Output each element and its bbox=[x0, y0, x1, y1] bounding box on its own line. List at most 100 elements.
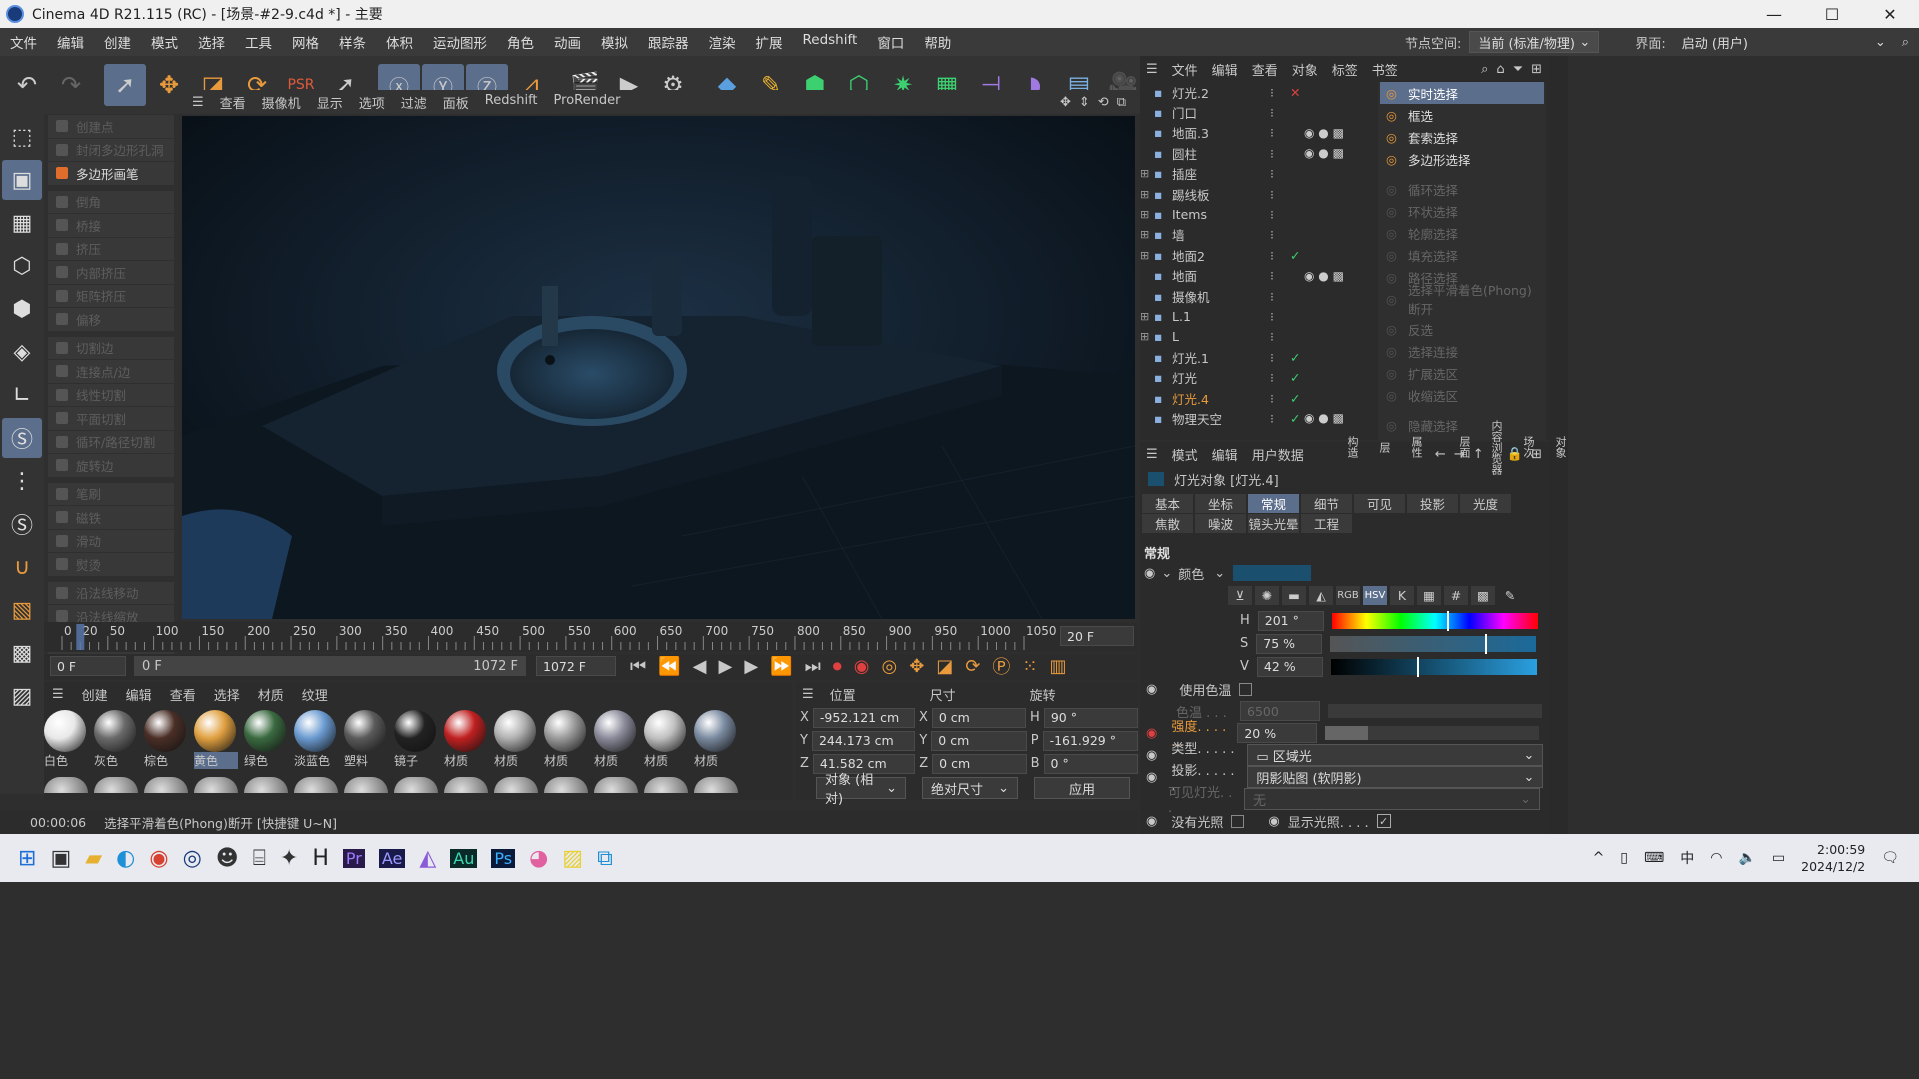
object-row[interactable]: ⊞ ▪ L.1 ⁝ bbox=[1140, 306, 1366, 326]
expand-icon[interactable]: ⊞ bbox=[1140, 330, 1154, 343]
object-row[interactable]: ⊞ ▪ 地面2 ⁝ ✓ bbox=[1140, 245, 1366, 265]
viewport-3d[interactable] bbox=[182, 116, 1135, 619]
right-tab2-2[interactable]: 构造 bbox=[1344, 436, 1360, 458]
menu-item-8[interactable]: 体积 bbox=[376, 32, 423, 52]
menu-item-4[interactable]: 选择 bbox=[188, 32, 235, 52]
selection-tool-14[interactable]: ◎ 隐藏选择 bbox=[1380, 414, 1544, 436]
material-swatch[interactable]: 绿色 bbox=[244, 710, 288, 769]
menu-item-12[interactable]: 模拟 bbox=[591, 32, 638, 52]
battery-icon[interactable]: ▭ bbox=[1772, 850, 1785, 866]
rgb-tab[interactable]: RGB bbox=[1336, 586, 1360, 605]
visibility-icon[interactable]: ⁝ bbox=[1270, 391, 1274, 406]
v-field[interactable]: 42 % bbox=[1256, 656, 1323, 677]
polygon-tool-6[interactable]: 内部挤压 bbox=[48, 261, 174, 284]
hex-tab-icon[interactable]: # bbox=[1444, 586, 1468, 605]
clock-date[interactable]: 2024/12/2 bbox=[1801, 858, 1865, 875]
file-explorer-icon[interactable]: ▰ bbox=[85, 846, 102, 871]
visibility-icon[interactable]: ⁝ bbox=[1270, 289, 1274, 304]
polygon-tool-7[interactable]: 矩阵挤压 bbox=[48, 284, 174, 307]
new-window-icon[interactable]: ⊞ bbox=[1531, 62, 1542, 77]
object-row[interactable]: ▪ 灯光 ⁝ ✓ bbox=[1140, 367, 1366, 387]
undo-icon[interactable]: ↶ bbox=[6, 64, 48, 106]
material-preview[interactable] bbox=[494, 777, 538, 793]
visibility-icon[interactable]: ⁝ bbox=[1270, 350, 1274, 365]
expand-icon[interactable]: ⊞ bbox=[1140, 208, 1154, 221]
polygon-tool-15[interactable]: 笔刷 bbox=[48, 482, 174, 505]
material-swatch[interactable]: 镜子 bbox=[394, 710, 438, 769]
model-mode-icon[interactable]: ▣ bbox=[2, 160, 42, 200]
visibility-icon[interactable]: ⁝ bbox=[1270, 187, 1274, 202]
material-swatch[interactable]: 白色 bbox=[44, 710, 88, 769]
type-select[interactable]: ▭ 区域光 ⌄ bbox=[1247, 744, 1544, 766]
polygon-tool-14[interactable]: 旋转边 bbox=[48, 454, 174, 477]
polygon-tool-16[interactable]: 磁铁 bbox=[48, 506, 174, 529]
material-preview[interactable] bbox=[694, 777, 738, 793]
material-swatch[interactable]: 灰色 bbox=[94, 710, 138, 769]
enabled-check-icon[interactable]: ✓ bbox=[1290, 370, 1300, 385]
polygon-tool-9[interactable]: 切割边 bbox=[48, 336, 174, 359]
start-frame-field[interactable]: 0 F bbox=[50, 656, 126, 676]
attr-tab-attr-tabs2-3[interactable]: 工程 bbox=[1301, 514, 1352, 533]
material-swatch[interactable]: 材质 bbox=[544, 710, 588, 769]
visibility-icon[interactable]: ⁝ bbox=[1270, 227, 1274, 242]
s-slider[interactable] bbox=[1330, 633, 1537, 654]
attr-menu-item-0[interactable]: 模式 bbox=[1172, 445, 1198, 464]
edge-browser-icon[interactable]: ◐ bbox=[116, 846, 135, 871]
menu-item-11[interactable]: 动画 bbox=[544, 32, 591, 52]
key-pla-icon[interactable]: ⁙ bbox=[1022, 656, 1037, 677]
menu-item-2[interactable]: 创建 bbox=[94, 32, 141, 52]
rotation-field[interactable]: 0 ° bbox=[1043, 753, 1138, 774]
object-menu-item-2[interactable]: 查看 bbox=[1252, 60, 1278, 79]
attr-tab-attr-tabs2-0[interactable]: 焦散 bbox=[1142, 514, 1193, 533]
ime-indicator[interactable]: 中 bbox=[1680, 848, 1694, 868]
selection-tool-4[interactable]: ◎ 循环选择 bbox=[1380, 178, 1544, 200]
material-menu-icon[interactable]: ☰ bbox=[52, 687, 64, 702]
alien-app-icon[interactable]: ☻ bbox=[216, 846, 239, 871]
polygon-tool-2[interactable]: 多边形画笔 bbox=[48, 162, 174, 185]
attr-menu-icon[interactable]: ☰ bbox=[1146, 447, 1158, 462]
v-slider[interactable] bbox=[1330, 656, 1537, 677]
use-temp-checkbox[interactable] bbox=[1239, 682, 1253, 696]
color-app-icon[interactable]: ◕ bbox=[529, 846, 548, 871]
notes-app-icon[interactable]: ▨ bbox=[562, 846, 583, 871]
polygon-tool-11[interactable]: 线性切割 bbox=[48, 383, 174, 406]
orbit-icon[interactable]: ⟲ bbox=[1098, 95, 1109, 110]
attr-tab-attr-tabs2-2[interactable]: 镜头光晕 bbox=[1248, 514, 1299, 533]
material-menu-item-0[interactable]: 创建 bbox=[82, 685, 108, 704]
visibility-icon[interactable]: ⁝ bbox=[1270, 125, 1274, 140]
material-swatch[interactable]: 塑料 bbox=[344, 710, 388, 769]
key-scale-icon[interactable]: ◪ bbox=[936, 656, 953, 677]
wifi-icon[interactable]: ◠ bbox=[1710, 850, 1722, 866]
material-swatch[interactable]: 材质 bbox=[594, 710, 638, 769]
attr-tab-attr-tabs2-1[interactable]: 噪波 bbox=[1195, 514, 1246, 533]
object-row[interactable]: ▪ 灯光.4 ⁝ ✓ bbox=[1140, 388, 1366, 408]
object-home-icon[interactable]: ⌂ bbox=[1496, 62, 1504, 77]
notification-icon[interactable]: 🗨 bbox=[1881, 850, 1899, 866]
menu-item-1[interactable]: 编辑 bbox=[47, 32, 94, 52]
material-preview[interactable] bbox=[144, 777, 188, 793]
selection-tool-6[interactable]: ◎ 轮廓选择 bbox=[1380, 222, 1544, 244]
prev-frame-icon[interactable]: ◀ bbox=[693, 656, 707, 677]
material-tag-icon[interactable]: ◉ ● ▩ bbox=[1304, 126, 1344, 140]
minimize-button[interactable]: — bbox=[1745, 5, 1803, 24]
object-row[interactable]: ▪ 地面.3 ⁝ ◉ ● ▩ bbox=[1140, 123, 1366, 143]
pan-icon[interactable]: ✥ bbox=[1060, 95, 1071, 110]
object-row[interactable]: ▪ 地面 ⁝ ◉ ● ▩ bbox=[1140, 266, 1366, 286]
rotation-field[interactable]: -161.929 ° bbox=[1042, 730, 1138, 751]
swatches-tab-icon[interactable]: ▩ bbox=[1471, 586, 1495, 605]
selection-tool-9[interactable]: ◎ 选择平滑着色(Phong)断开 bbox=[1380, 283, 1544, 317]
rotation-field[interactable]: 90 ° bbox=[1043, 707, 1138, 728]
intensity-anim-icon[interactable]: ◉ bbox=[1146, 726, 1157, 741]
object-menu-item-1[interactable]: 编辑 bbox=[1212, 60, 1238, 79]
polygon-tool-5[interactable]: 挤压 bbox=[48, 237, 174, 260]
object-search-icon[interactable]: ⌕ bbox=[1481, 62, 1488, 77]
right-tab2-1[interactable]: 层 bbox=[1376, 442, 1392, 453]
material-swatch[interactable]: 材质 bbox=[494, 710, 538, 769]
object-row[interactable]: ▪ 物理天空 ⁝ ✓ ◉ ● ▩ bbox=[1140, 408, 1366, 428]
material-preview[interactable] bbox=[194, 777, 238, 793]
apply-button[interactable]: 应用 bbox=[1034, 777, 1130, 799]
menu-item-17[interactable]: 窗口 bbox=[867, 32, 914, 52]
object-row[interactable]: ⊞ ▪ 踢线板 ⁝ bbox=[1140, 184, 1366, 204]
node-space-select[interactable]: 当前 (标准/物理) ⌄ bbox=[1469, 31, 1600, 53]
color-swatch[interactable] bbox=[1233, 565, 1312, 581]
